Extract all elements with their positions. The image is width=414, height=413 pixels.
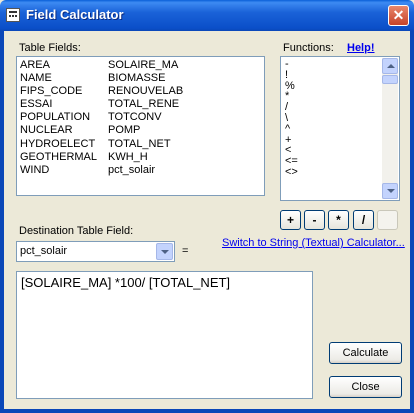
field-list-item[interactable]: FIPS_CODE	[20, 85, 97, 98]
multiply-operator-button[interactable]: *	[328, 210, 349, 230]
function-list-item[interactable]: ^	[285, 123, 298, 135]
switch-to-string-calculator-link[interactable]: Switch to String (Textual) Calculator...	[222, 237, 405, 249]
function-list-item[interactable]: !	[285, 69, 298, 81]
field-list-item[interactable]: TOTAL_NET	[108, 138, 183, 151]
field-list-item[interactable]: WIND	[20, 164, 97, 177]
close-button[interactable]: Close	[329, 376, 402, 398]
field-list-item[interactable]: TOTAL_RENE	[108, 98, 183, 111]
window-frame-left	[0, 31, 4, 413]
field-list-item[interactable]: HYDROELECT	[20, 138, 97, 151]
help-link[interactable]: Help!	[347, 42, 375, 54]
title-bar: Field Calculator ✕	[0, 0, 414, 31]
destination-field-label: Destination Table Field:	[19, 225, 134, 237]
minus-operator-button[interactable]: -	[304, 210, 325, 230]
functions-scrollbar[interactable]	[382, 58, 398, 199]
field-list-item[interactable]: ESSAI	[20, 98, 97, 111]
destination-field-value: pct_solair	[20, 245, 68, 257]
fields-column-2: SOLAIRE_MA BIOMASSE RENOUVELAB TOTAL_RENE TO…	[108, 59, 183, 177]
field-list-item[interactable]: RENOUVELAB	[108, 85, 183, 98]
scroll-up-icon[interactable]	[382, 58, 398, 74]
chevron-down-icon[interactable]	[156, 243, 173, 260]
window-close-button[interactable]: ✕	[388, 5, 409, 26]
field-list-item[interactable]: SOLAIRE_MA	[108, 59, 183, 72]
field-list-item[interactable]: AREA	[20, 59, 97, 72]
divide-operator-button[interactable]: /	[353, 210, 374, 230]
field-list-item[interactable]: POPULATION	[20, 111, 97, 124]
table-fields-label: Table Fields:	[19, 42, 81, 54]
field-list-item[interactable]: NAME	[20, 72, 97, 85]
window-frame-right	[410, 31, 414, 413]
field-list-item[interactable]: GEOTHERMAL	[20, 151, 97, 164]
functions-items: -!% * / \ ^ + < <= <>	[285, 59, 298, 178]
expression-text: [SOLAIRE_MA] *100/ [TOTAL_NET]	[21, 275, 231, 290]
field-list-item[interactable]: KWH_H	[108, 151, 183, 164]
field-list-item[interactable]: BIOMASSE	[108, 72, 183, 85]
table-fields-list[interactable]: AREA NAME FIPS_CODE ESSAI POPULATION NUCLEAR H…	[16, 56, 265, 196]
equals-label: =	[182, 245, 189, 257]
function-list-item[interactable]: <>	[285, 167, 298, 178]
window-frame-bottom	[0, 409, 414, 413]
plus-operator-button[interactable]: +	[280, 210, 301, 230]
destination-field-select[interactable]: pct_solair	[16, 241, 175, 262]
disabled-operator-button	[377, 210, 398, 230]
expression-editor[interactable]: [SOLAIRE_MA] *100/ [TOTAL_NET]	[16, 271, 313, 399]
window-title: Field Calculator	[26, 7, 124, 22]
functions-label: Functions:	[283, 42, 334, 54]
calculator-icon	[6, 8, 20, 22]
field-list-item[interactable]: TOTCONV	[108, 111, 183, 124]
calculate-button[interactable]: Calculate	[329, 342, 402, 364]
scroll-down-icon[interactable]	[382, 183, 398, 199]
field-list-item[interactable]: pct_solair	[108, 164, 183, 177]
field-list-item[interactable]: POMP	[108, 124, 183, 137]
functions-list[interactable]: -!% * / \ ^ + < <= <>	[280, 56, 400, 201]
field-list-item[interactable]: NUCLEAR	[20, 124, 97, 137]
fields-column-1: AREA NAME FIPS_CODE ESSAI POPULATION NUCLEAR H…	[20, 59, 97, 177]
scroll-thumb[interactable]	[382, 75, 398, 84]
